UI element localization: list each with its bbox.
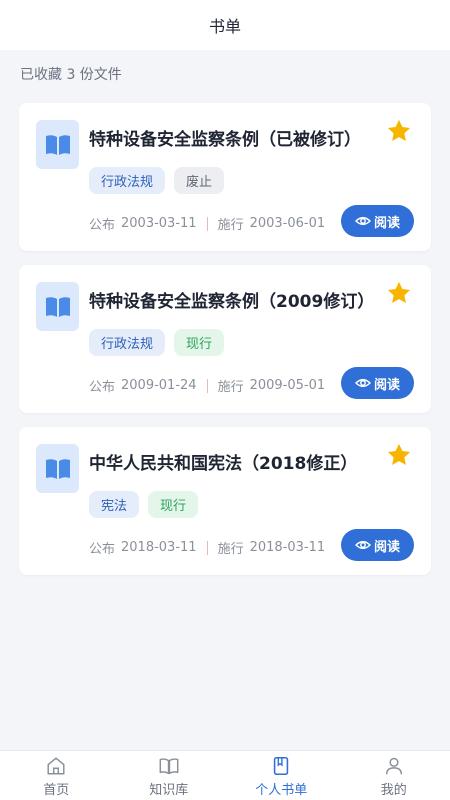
book-icon — [36, 444, 79, 493]
book-icon — [36, 282, 79, 331]
favorite-star-icon[interactable] — [385, 441, 413, 469]
date-divider — [206, 216, 208, 231]
publish-label: 公布 — [89, 218, 116, 233]
publish-date: 2003-03-11 — [121, 216, 197, 231]
effective-date: 2009-05-01 — [249, 378, 326, 393]
effective-date: 2018-03-11 — [249, 540, 326, 555]
date-divider — [206, 378, 208, 393]
category-tag: 行政法规 — [89, 167, 166, 194]
read-button-label: 阅读 — [373, 539, 400, 555]
favorite-star-icon[interactable] — [385, 279, 413, 307]
document-title: 特种设备安全监察条例（2009修订） — [89, 292, 375, 312]
tab-label: 知识库 — [149, 783, 189, 798]
book-open-icon — [159, 758, 179, 775]
publish-date: 2018-03-11 — [121, 540, 197, 555]
eye-icon — [354, 540, 371, 550]
status-badge: 废止 — [174, 167, 225, 194]
read-button-label: 阅读 — [373, 215, 400, 231]
status-badge: 现行 — [148, 491, 199, 518]
category-tag: 宪法 — [89, 491, 140, 518]
document-card[interactable]: 特种设备安全监察条例（2009修订） 行政法规 现行 公布 2009-01-24… — [19, 265, 431, 413]
tab-home[interactable]: 首页 — [0, 751, 113, 800]
effective-label: 施行 — [217, 380, 244, 395]
read-button[interactable]: 阅读 — [341, 205, 414, 237]
date-info: 公布 2009-01-24 施行 2009-05-01 — [89, 376, 325, 395]
bottom-tab-bar: 首页 知识库 个人书单 我的 — [0, 750, 450, 800]
book-icon — [36, 120, 79, 169]
page-title: 书单 — [208, 17, 241, 36]
effective-label: 施行 — [217, 218, 244, 233]
favorites-summary: 已收藏 3 份文件 — [20, 67, 122, 83]
date-divider — [206, 540, 208, 555]
booklist-icon — [274, 756, 289, 776]
status-badge: 现行 — [174, 329, 225, 356]
tab-profile[interactable]: 我的 — [338, 751, 450, 800]
publish-label: 公布 — [89, 542, 116, 557]
tab-label: 首页 — [43, 783, 70, 798]
read-button-label: 阅读 — [373, 377, 400, 393]
favorite-star-icon[interactable] — [385, 117, 413, 145]
document-title: 中华人民共和国宪法（2018修正） — [89, 454, 358, 474]
document-title: 特种设备安全监察条例（已被修订） — [89, 130, 361, 150]
read-button[interactable]: 阅读 — [341, 367, 414, 399]
document-card[interactable]: 特种设备安全监察条例（已被修订） 行政法规 废止 公布 2003-03-11 施… — [19, 103, 431, 251]
tab-booklist[interactable]: 个人书单 — [225, 751, 338, 800]
home-icon — [47, 757, 65, 775]
tab-label: 我的 — [380, 783, 407, 798]
effective-label: 施行 — [217, 542, 244, 557]
eye-icon — [354, 378, 371, 388]
eye-icon — [354, 216, 371, 226]
document-card[interactable]: 中华人民共和国宪法（2018修正） 宪法 现行 公布 2018-03-11 施行… — [19, 427, 431, 575]
date-info: 公布 2003-03-11 施行 2003-06-01 — [89, 214, 325, 233]
top-bar: 书单 — [0, 0, 450, 50]
date-info: 公布 2018-03-11 施行 2018-03-11 — [89, 538, 325, 557]
user-icon — [385, 757, 402, 775]
read-button[interactable]: 阅读 — [341, 529, 414, 561]
publish-date: 2009-01-24 — [121, 378, 197, 393]
publish-label: 公布 — [89, 380, 116, 395]
category-tag: 行政法规 — [89, 329, 166, 356]
tab-label: 个人书单 — [255, 783, 308, 798]
tab-knowledge-base[interactable]: 知识库 — [113, 751, 226, 800]
effective-date: 2003-06-01 — [249, 216, 326, 231]
